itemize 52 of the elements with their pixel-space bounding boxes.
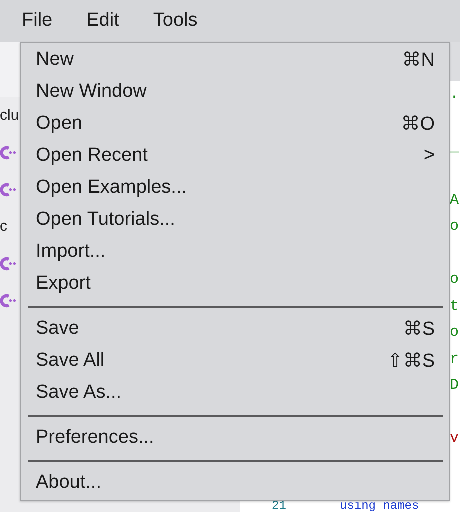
code-text: o [450,271,460,288]
code-text: A [450,192,460,209]
menu-item[interactable]: New Window [21,76,449,108]
cpp-file-icon [0,144,16,160]
menu-item[interactable]: Open Recent > [21,140,449,172]
sidebar-item[interactable]: c [0,218,8,235]
menu-item-label: Save [36,318,80,340]
code-text: v [450,430,460,448]
menu-item[interactable]: Open Examples... [21,172,449,204]
menu-item[interactable]: Save ⌘S [21,313,449,345]
menu-bar-item[interactable]: Edit [78,6,128,36]
cpp-file-icon [0,182,16,198]
menu-item-label: Import... [36,241,106,263]
menu-item-label: New Window [36,81,147,103]
menu-item-label: About... [36,472,102,494]
menu-item[interactable]: Export [21,268,449,300]
code-text: o [450,218,460,236]
menu-item[interactable]: Import... [21,236,449,268]
menu-item-label: Open Tutorials... [36,209,176,231]
menu-item-label: Open Examples... [36,177,188,199]
code-text: t [450,298,460,315]
menu-item[interactable]: Save As... [21,377,449,409]
line-number: 21 [272,501,288,512]
code-text: D [450,377,460,394]
menu-item-label: Save All [36,350,105,372]
menu-bar-item[interactable]: File [14,6,61,36]
code-text: using names [340,501,420,512]
shortcut: ⌘O [401,112,435,136]
menu-item[interactable]: Save All ⇧⌘S [21,345,449,377]
menu-item-label: Export [36,273,91,295]
code-text: _ [450,138,460,156]
shortcut: ⌘S [403,318,435,340]
code-text: . [450,86,460,103]
menu-item-label: Preferences... [36,427,154,449]
menu-item[interactable]: Open Tutorials... [21,204,449,236]
menu-item-label: Open [36,113,82,135]
submenu-arrow: > [424,145,435,167]
menu-item-label: New [36,49,74,71]
menu-item[interactable]: Open ⌘O [21,108,449,140]
code-text: o [450,324,460,342]
code-text: r [450,350,460,368]
menu-bar-item[interactable]: Tools [145,6,206,36]
shortcut: ⌘N [402,48,435,72]
shortcut: ⇧⌘S [387,350,435,372]
cpp-file-icon [0,292,16,308]
menu-item-label: Save As... [36,382,122,404]
menu-item[interactable]: About... [21,467,449,499]
sidebar-item[interactable]: clu [0,107,20,124]
menu-item[interactable]: New ⌘N [21,44,449,76]
cpp-file-icon [0,256,16,272]
menu-item[interactable]: Preferences... [21,422,449,454]
menu-item-label: Open Recent [36,145,148,167]
